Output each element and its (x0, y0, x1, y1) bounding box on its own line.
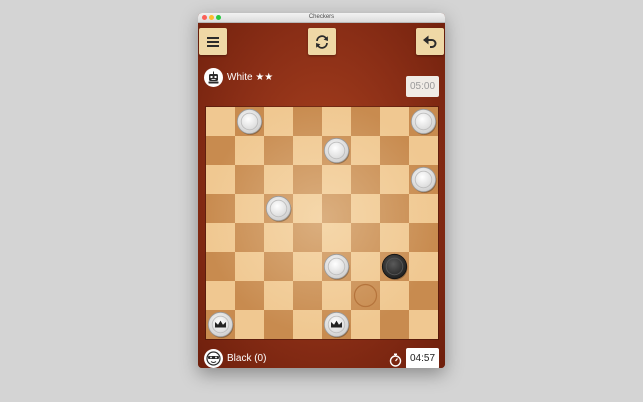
undo-button[interactable] (416, 28, 444, 55)
player-timer: 04:57 (406, 348, 439, 368)
game-area: White ★★ 05:00 Black (0) 04:57 (198, 23, 445, 368)
restart-button[interactable] (308, 28, 336, 55)
checkers-board[interactable] (206, 107, 438, 339)
masked-face-icon (204, 348, 223, 368)
board-highlight (206, 107, 438, 339)
app-window: Checkers White ★★ 05:00 Black (0) 04:57 (198, 13, 445, 368)
undo-icon (423, 35, 437, 48)
opponent-name: White ★★ (227, 71, 274, 83)
player-name: Black (0) (227, 352, 267, 364)
opponent-panel: White ★★ (204, 67, 273, 87)
stopwatch-icon (389, 353, 402, 367)
window-title: Checkers (308, 14, 335, 20)
robot-icon (204, 67, 223, 87)
menu-icon (207, 36, 219, 47)
title-bar: Checkers (198, 13, 445, 23)
board-grid[interactable] (206, 107, 438, 339)
refresh-icon (316, 34, 328, 49)
opponent-timer: 05:00 (406, 76, 439, 97)
menu-button[interactable] (199, 28, 227, 55)
player-panel: Black (0) (204, 348, 266, 368)
